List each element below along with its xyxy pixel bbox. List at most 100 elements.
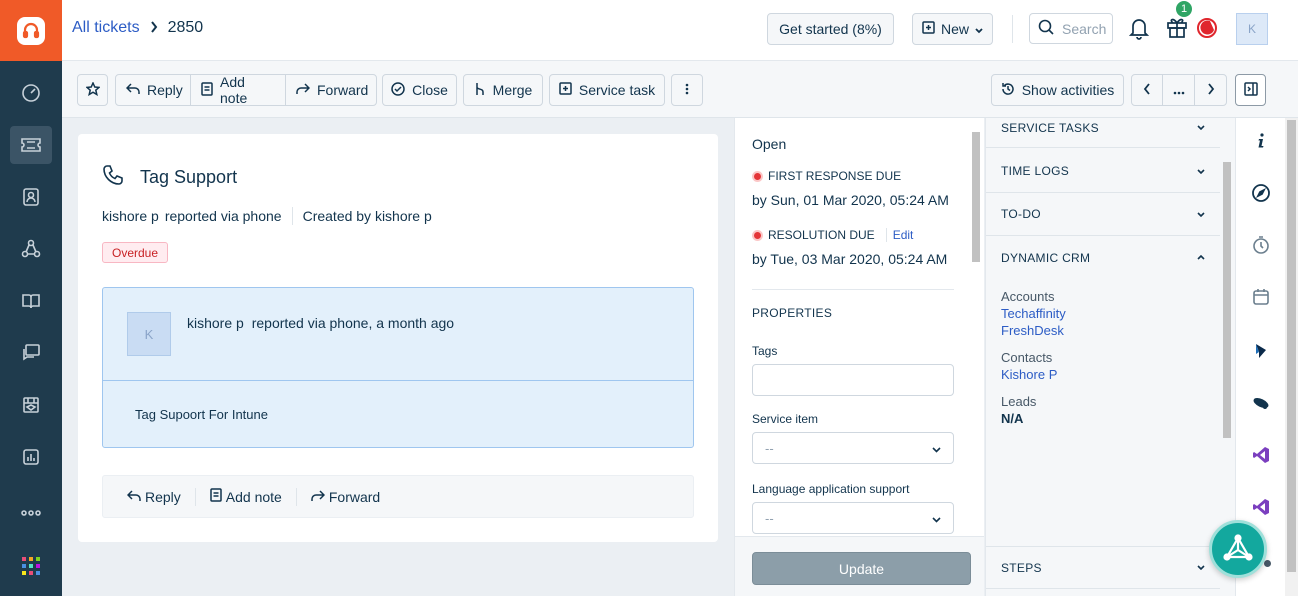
- dynamic-crm-label: DYNAMIC CRM: [1001, 250, 1091, 265]
- crm-account-link[interactable]: Techaffinity: [1001, 306, 1066, 321]
- chevron-down-icon: [1197, 562, 1205, 573]
- chevron-up-icon: [1197, 252, 1205, 263]
- accordion-dynamic-crm[interactable]: DYNAMIC CRM: [986, 236, 1220, 279]
- nav-groups-icon[interactable]: [0, 223, 62, 275]
- reply-icon: [126, 489, 141, 505]
- reporter-name[interactable]: kishore p: [102, 208, 159, 224]
- nav-dashboard-icon[interactable]: [0, 67, 62, 119]
- conversation-item: K kishore p reported via phone, a month …: [102, 287, 694, 448]
- scrollbar-thumb[interactable]: [1223, 162, 1231, 438]
- nav-forums-icon[interactable]: [0, 327, 62, 379]
- nav-assets-icon[interactable]: [0, 379, 62, 431]
- conversation-body: Tag Supoort For Intune: [135, 407, 268, 422]
- forward-button[interactable]: Forward: [286, 75, 376, 105]
- chevron-right-icon: [1207, 82, 1215, 98]
- resolution-date: by Tue, 03 Mar 2020, 05:24 AM: [752, 251, 948, 267]
- forward-label: Forward: [317, 82, 369, 98]
- new-button[interactable]: New: [912, 13, 993, 45]
- ticket-list-button[interactable]: [1163, 75, 1195, 105]
- plus-square-icon: [922, 21, 935, 37]
- nav-more-icon[interactable]: [0, 487, 62, 539]
- close-button[interactable]: Close: [382, 74, 457, 106]
- app-indicator-dot: [1264, 560, 1271, 567]
- dynamics-app-icon[interactable]: [1249, 339, 1273, 363]
- ticket-pager: [1131, 74, 1227, 106]
- note-icon: [210, 488, 222, 505]
- forward-link[interactable]: Forward: [311, 489, 380, 505]
- requester-avatar: K: [127, 312, 171, 356]
- sidebar-panel-icon: [1243, 81, 1258, 99]
- nav-apps-grid-icon[interactable]: [0, 540, 62, 592]
- scrollbar-thumb[interactable]: [972, 132, 980, 262]
- breadcrumb-all-tickets-link[interactable]: All tickets: [72, 19, 140, 37]
- visual-studio-icon[interactable]: [1249, 495, 1273, 519]
- merge-button[interactable]: Merge: [463, 74, 543, 106]
- compass-icon[interactable]: [1249, 181, 1273, 205]
- more-actions-button[interactable]: [671, 74, 703, 106]
- service-task-button[interactable]: Service task: [549, 74, 665, 106]
- ticket-details-card: Tag Support kishore p reported via phone…: [78, 134, 718, 542]
- add-note-button[interactable]: Add note: [191, 74, 286, 106]
- properties-panel: Open FIRST RESPONSE DUE by Sun, 01 Mar 2…: [734, 118, 984, 596]
- chevron-left-icon: [1143, 82, 1151, 98]
- conversation-author[interactable]: kishore p: [187, 315, 244, 331]
- properties-scrollbar[interactable]: [971, 122, 981, 532]
- tags-input[interactable]: [752, 364, 954, 396]
- resolution-label: RESOLUTION DUE: [768, 228, 875, 242]
- service-item-label: Service item: [752, 412, 819, 426]
- steps-label: STEPS: [1001, 560, 1042, 575]
- info-icon[interactable]: [1249, 129, 1273, 153]
- reply-link[interactable]: Reply: [126, 489, 181, 505]
- crm-contacts-label: Contacts: [1001, 350, 1053, 365]
- previous-ticket-button[interactable]: [1132, 75, 1163, 105]
- bell-icon[interactable]: [1128, 15, 1150, 41]
- assistant-launcher-button[interactable]: [1209, 520, 1267, 578]
- page-scrollbar[interactable]: [1285, 118, 1298, 596]
- language-support-label: Language application support: [752, 482, 910, 496]
- resolution-edit-link[interactable]: Edit: [885, 228, 913, 242]
- accordion-steps[interactable]: STEPS: [986, 546, 1220, 589]
- calendar-icon[interactable]: [1249, 285, 1273, 309]
- show-activities-label: Show activities: [1021, 82, 1115, 98]
- next-ticket-button[interactable]: [1195, 75, 1226, 105]
- add-note-link[interactable]: Add note: [210, 488, 282, 505]
- chevron-down-icon: [1197, 122, 1205, 133]
- language-support-value: --: [765, 510, 774, 526]
- visual-studio-icon[interactable]: [1249, 443, 1273, 467]
- get-started-button[interactable]: Get started (8%): [767, 13, 894, 45]
- freshservice-logo[interactable]: [0, 0, 62, 61]
- star-button[interactable]: [77, 74, 108, 106]
- merge-label: Merge: [492, 82, 533, 98]
- merge-icon: [474, 82, 486, 99]
- accordion-todo[interactable]: TO-DO: [986, 193, 1220, 236]
- reply-button[interactable]: Reply: [116, 75, 191, 105]
- search-input[interactable]: Search: [1029, 13, 1113, 44]
- accordion-service-tasks[interactable]: SERVICE TASKS: [986, 108, 1220, 148]
- timer-icon[interactable]: [1249, 233, 1273, 257]
- service-item-select[interactable]: --: [752, 432, 954, 464]
- moon-status-icon[interactable]: [1195, 16, 1219, 40]
- resolution-due: RESOLUTION DUE Edit: [752, 228, 913, 242]
- nav-solutions-icon[interactable]: [0, 275, 62, 327]
- add-note-label: Add note: [220, 74, 248, 106]
- chevron-down-icon: [1197, 209, 1205, 220]
- nav-reports-icon[interactable]: [0, 431, 62, 483]
- add-note-label: Add note: [225, 488, 282, 505]
- crm-contact-link[interactable]: Kishore P: [1001, 367, 1057, 382]
- nav-tickets-icon[interactable]: [0, 119, 62, 171]
- language-support-select[interactable]: --: [752, 502, 954, 534]
- satellite-app-icon[interactable]: [1249, 391, 1273, 415]
- gift-icon[interactable]: [1165, 14, 1189, 40]
- accordion-time-logs[interactable]: TIME LOGS: [986, 150, 1220, 193]
- user-avatar[interactable]: K: [1236, 13, 1268, 45]
- crm-leads-value: N/A: [1001, 411, 1024, 426]
- scrollbar-thumb[interactable]: [1287, 120, 1296, 572]
- nav-contacts-icon[interactable]: [0, 171, 62, 223]
- toggle-sidebar-button[interactable]: [1235, 74, 1266, 106]
- show-activities-button[interactable]: Show activities: [991, 74, 1124, 106]
- crm-account-link[interactable]: FreshDesk: [1001, 323, 1064, 338]
- update-button[interactable]: Update: [752, 552, 971, 585]
- close-label: Close: [412, 82, 448, 98]
- chevron-down-icon: [1197, 166, 1205, 177]
- reported-via: reported via phone: [164, 208, 282, 224]
